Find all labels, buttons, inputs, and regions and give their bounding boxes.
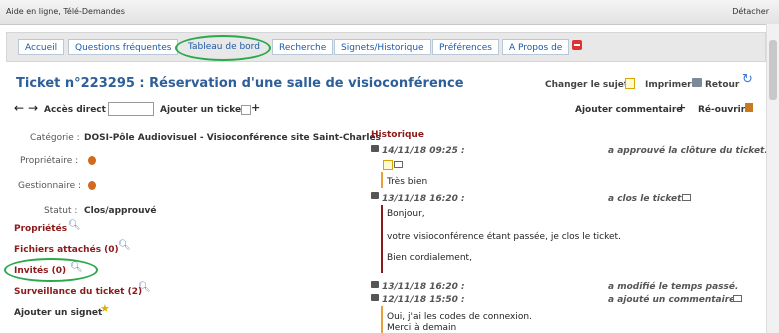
lock-icon [371,281,379,288]
nav-search[interactable]: Recherche [272,39,334,55]
detach-link[interactable]: Détacher [732,7,769,16]
history-line: votre visioconférence étant passée, je c… [387,232,621,242]
magnifier-icon[interactable]: 🔍︎ [118,240,131,251]
category-value: DOSI-Pôle Audiovisuel - Visioconférence … [84,133,381,143]
mail-icon[interactable] [682,194,691,201]
reopen-link[interactable]: Ré-ouvrir [698,105,745,115]
history-heading: Historique [371,130,424,140]
plus-icon[interactable]: + [251,101,260,114]
lock-icon [371,294,379,301]
reopen-icon[interactable] [745,103,753,112]
history-line: Oui, j'ai les codes de connexion. [387,312,532,322]
back-link[interactable]: Retour [705,80,739,90]
scrollbar-thumb[interactable] [769,40,777,100]
highlight-ring-dashboard [175,35,271,61]
star-icon[interactable]: ★ [100,302,110,315]
history-meta: 12/11/18 15:50 : [382,295,465,305]
arrow-left-icon[interactable]: ← [14,101,24,115]
arrow-right-icon[interactable]: → [28,101,38,115]
doc-icon[interactable] [241,105,251,115]
add-bookmark-link[interactable]: Ajouter un signet [14,308,102,318]
magnifier-icon[interactable]: 🔍︎ [138,282,151,293]
history-line: Merci à demain [387,323,457,333]
add-comment-link[interactable]: Ajouter commentaire [575,105,682,115]
mail-icon[interactable] [733,295,742,302]
highlight-ring-guests [4,258,98,282]
history-line: Très bien [387,177,428,187]
print-link[interactable]: Imprimer [645,80,692,90]
history-action: a ajouté un commentaire. [608,295,739,305]
add-ticket-link[interactable]: Ajouter un ticket [160,105,245,115]
ticket-title: Ticket n°223295 : Réservation d'une sall… [16,76,464,91]
manager-label: Gestionnaire : [18,181,82,191]
change-subject-link[interactable]: Changer le sujet [545,80,628,90]
back-icon[interactable]: ↻ [742,72,753,87]
history-bar [381,172,383,188]
manager-avatar-icon[interactable] [88,181,96,190]
properties-section[interactable]: Propriétés [14,224,67,234]
edit-icon[interactable] [383,160,393,170]
direct-access-label: Accès direct : [44,105,113,115]
watch-section[interactable]: Surveillance du ticket (2) [14,287,142,297]
nav-preferences[interactable]: Préférences [432,39,499,55]
category-label: Catégorie : [30,133,80,143]
history-meta: 13/11/18 16:20 : [382,194,465,204]
owner-label: Propriétaire : [20,156,79,166]
history-bar [381,306,383,333]
lock-icon [371,145,379,152]
add-comment-icon[interactable]: + [677,101,686,114]
history-action: a clos le ticket. [608,194,685,204]
owner-avatar-icon[interactable] [88,156,96,165]
history-bar [381,205,383,273]
history-line: Bien cordialement, [387,253,472,263]
status-label: Statut : [44,206,78,216]
history-action: a modifié le temps passé. [608,282,739,292]
collapse-icon[interactable] [572,40,582,50]
nav-accueil[interactable]: Accueil [18,39,65,55]
window-titlebar: Aide en ligne, Télé-Demandes Détacher [0,0,779,25]
history-line: Bonjour, [387,209,425,219]
status-value: Clos/approuvé [84,206,157,216]
nav-faq[interactable]: Questions fréquentes [68,39,179,55]
history-action: a approuvé la clôture du ticket. [608,146,768,156]
attachments-section[interactable]: Fichiers attachés (0) [14,245,119,255]
history-meta: 14/11/18 09:25 : [382,146,465,156]
mail-icon[interactable] [394,161,403,168]
window-title: Aide en ligne, Télé-Demandes [6,7,125,16]
edit-icon[interactable] [625,78,635,89]
lock-icon [371,192,379,199]
magnifier-icon[interactable]: 🔍︎ [68,220,81,231]
nav-bookmarks[interactable]: Signets/Historique [334,39,431,55]
history-meta: 13/11/18 16:20 : [382,282,465,292]
nav-about[interactable]: A Propos de [502,39,570,55]
printer-icon[interactable] [692,78,702,87]
direct-access-input[interactable] [108,102,154,116]
